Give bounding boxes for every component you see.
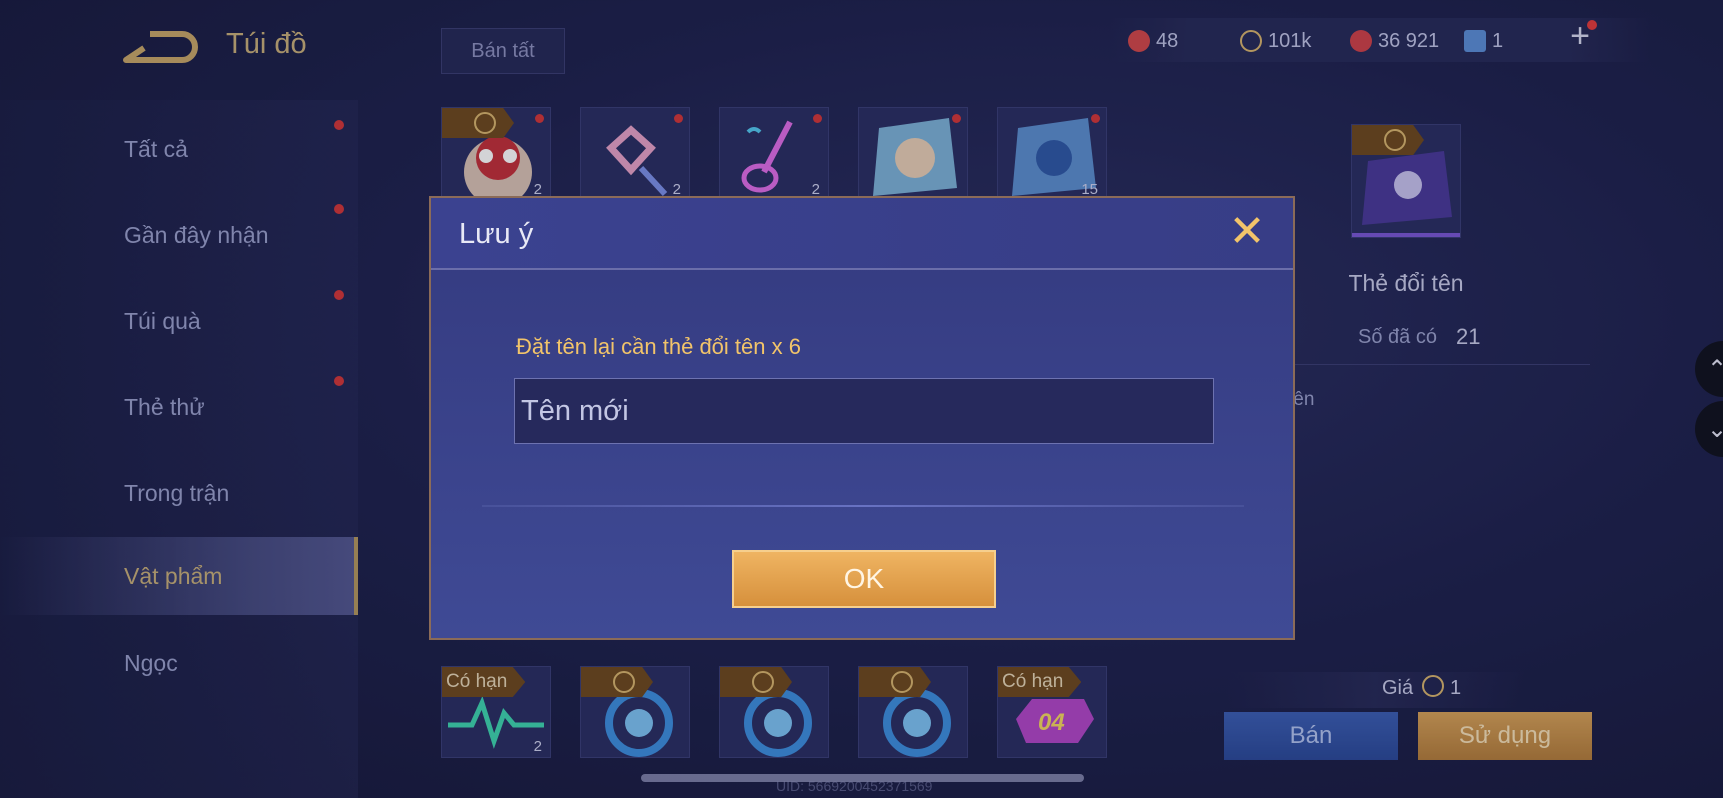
divider [482,505,1244,507]
rename-dialog: Lưu ý ✕ Đặt tên lại cần thẻ đổi tên x 6 … [429,196,1295,640]
home-indicator[interactable] [641,774,1084,782]
close-icon: ✕ [1228,207,1266,256]
dialog-header: Lưu ý ✕ [431,198,1293,270]
new-name-input[interactable] [514,378,1214,444]
dialog-title: Lưu ý [459,218,534,250]
close-button[interactable]: ✕ [1227,210,1267,254]
dialog-message: Đặt tên lại cần thẻ đổi tên x 6 [516,334,801,359]
ok-button[interactable]: OK [732,550,996,608]
